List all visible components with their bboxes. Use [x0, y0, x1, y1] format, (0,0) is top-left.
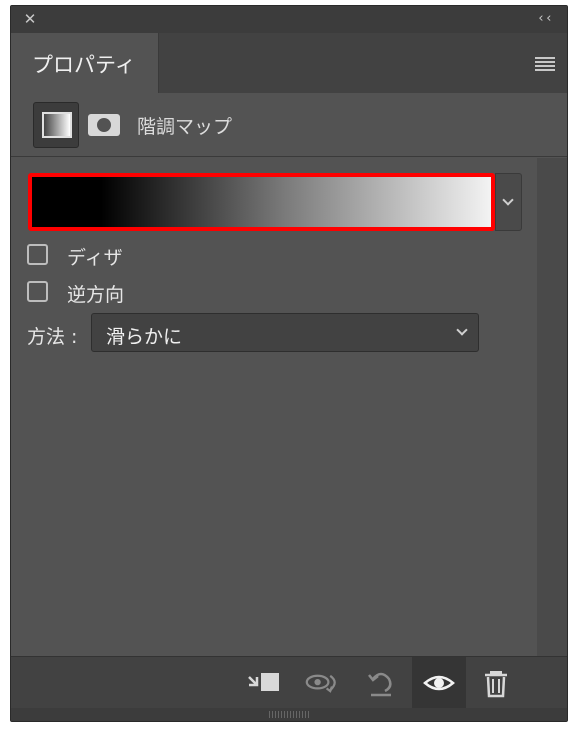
- view-previous-state-icon[interactable]: [305, 667, 341, 699]
- tab-row: プロパティ: [11, 33, 567, 93]
- method-label: 方法 :: [27, 326, 78, 348]
- properties-body: [11, 158, 537, 656]
- properties-panel: ✕ ‹‹ プロパティ 階調マップ ディザ 逆方向 方法 : 滑らかに: [10, 5, 568, 722]
- method-select[interactable]: 滑らかに: [91, 313, 479, 352]
- chevron-down-icon: [502, 194, 514, 206]
- dither-checkbox[interactable]: [27, 244, 48, 265]
- visibility-eye-icon: [423, 675, 455, 691]
- scrollbar[interactable]: [537, 158, 567, 656]
- method-select-value: 滑らかに: [106, 326, 183, 348]
- resize-grip-icon[interactable]: [269, 711, 309, 718]
- clip-to-layer-icon[interactable]: [245, 667, 281, 699]
- panel-menu-icon[interactable]: [535, 57, 555, 71]
- panel-footer: [11, 656, 567, 709]
- tab-label: プロパティ: [32, 53, 136, 77]
- close-icon[interactable]: ✕: [21, 10, 39, 28]
- panel-titlebar: ✕ ‹‹: [11, 6, 567, 33]
- adjustment-header: 階調マップ: [11, 93, 567, 157]
- dither-label: ディザ: [67, 247, 123, 269]
- collapse-panel-icon[interactable]: ‹‹: [535, 10, 555, 28]
- reverse-checkbox[interactable]: [27, 281, 48, 302]
- adjustment-title: 階調マップ: [137, 116, 233, 138]
- visibility-toggle[interactable]: [412, 657, 466, 709]
- gradient-map-adjustment-icon[interactable]: [33, 102, 79, 148]
- reset-icon[interactable]: [363, 667, 399, 699]
- chevron-down-icon: [456, 324, 468, 336]
- tab-properties[interactable]: プロパティ: [11, 33, 159, 93]
- trash-icon[interactable]: [481, 667, 517, 699]
- layer-mask-icon[interactable]: [88, 114, 120, 136]
- resize-strip[interactable]: [11, 708, 567, 721]
- gradient-picker-button[interactable]: [495, 173, 522, 231]
- gradient-preview[interactable]: [28, 173, 495, 231]
- reverse-label: 逆方向: [67, 284, 125, 306]
